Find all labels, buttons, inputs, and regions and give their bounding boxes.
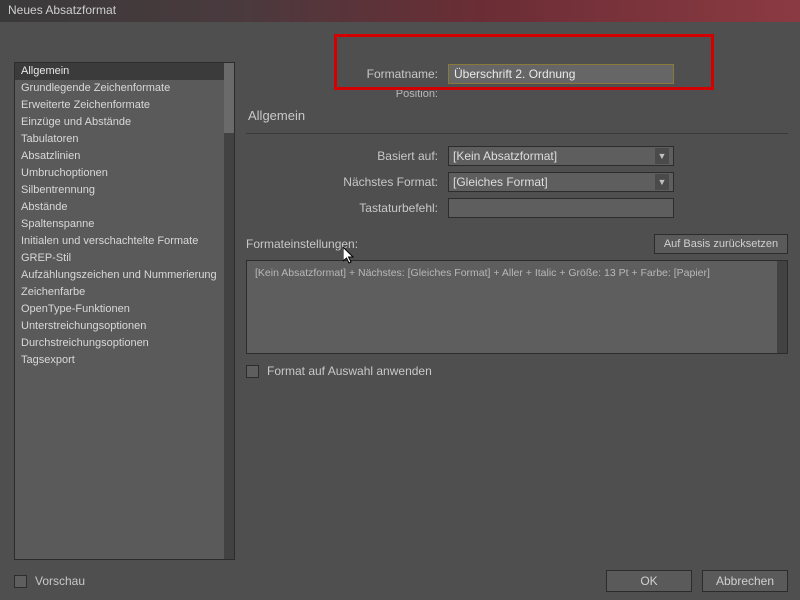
position-label: Position: — [246, 88, 448, 100]
naechstes-value: [Gleiches Format] — [453, 175, 548, 189]
sidebar-item[interactable]: Tagsexport — [15, 352, 225, 369]
main-panel: Formatname: Position: Allgemein Basiert … — [246, 62, 788, 560]
preview-checkbox[interactable] — [14, 575, 27, 588]
sidebar-item[interactable]: Aufzählungszeichen und Nummerierung — [15, 267, 225, 284]
divider — [246, 133, 788, 134]
basiert-dropdown[interactable]: [Kein Absatzformat] ▼ — [448, 146, 674, 166]
naechstes-dropdown[interactable]: [Gleiches Format] ▼ — [448, 172, 674, 192]
sidebar-item[interactable]: Grundlegende Zeichenformate — [15, 80, 225, 97]
category-sidebar: AllgemeinGrundlegende ZeichenformateErwe… — [14, 62, 235, 560]
preview-label: Vorschau — [35, 574, 85, 588]
sidebar-item[interactable]: GREP-Stil — [15, 250, 225, 267]
formatname-input[interactable] — [448, 64, 674, 84]
sidebar-item[interactable]: Umbruchoptionen — [15, 165, 225, 182]
category-list[interactable]: AllgemeinGrundlegende ZeichenformateErwe… — [15, 63, 225, 559]
sidebar-item[interactable]: Unterstreichungsoptionen — [15, 318, 225, 335]
sidebar-item[interactable]: Abstände — [15, 199, 225, 216]
dialog-body: AllgemeinGrundlegende ZeichenformateErwe… — [0, 22, 800, 600]
sidebar-item[interactable]: Absatzlinien — [15, 148, 225, 165]
settings-label: Formateinstellungen: — [246, 237, 358, 251]
cancel-button[interactable]: Abbrechen — [702, 570, 788, 592]
apply-label: Format auf Auswahl anwenden — [267, 364, 432, 378]
tastatur-input[interactable] — [448, 198, 674, 218]
window-title: Neues Absatzformat — [8, 3, 116, 17]
basiert-label: Basiert auf: — [246, 149, 448, 163]
reset-button[interactable]: Auf Basis zurücksetzen — [654, 234, 788, 254]
chevron-down-icon: ▼ — [655, 148, 669, 164]
summary-scrollbar[interactable] — [777, 261, 787, 353]
settings-summary: [Kein Absatzformat] + Nächstes: [Gleiche… — [246, 260, 788, 354]
sidebar-item[interactable]: Tabulatoren — [15, 131, 225, 148]
naechstes-label: Nächstes Format: — [246, 175, 448, 189]
ok-button[interactable]: OK — [606, 570, 692, 592]
formatname-label: Formatname: — [246, 67, 448, 81]
sidebar-item[interactable]: Erweiterte Zeichenformate — [15, 97, 225, 114]
sidebar-scroll-thumb[interactable] — [224, 63, 234, 133]
chevron-down-icon: ▼ — [655, 174, 669, 190]
sidebar-item[interactable]: Einzüge und Abstände — [15, 114, 225, 131]
sidebar-item[interactable]: Initialen und verschachtelte Formate — [15, 233, 225, 250]
sidebar-item[interactable]: Zeichenfarbe — [15, 284, 225, 301]
window-titlebar: Neues Absatzformat — [0, 0, 800, 22]
apply-checkbox[interactable] — [246, 365, 259, 378]
sidebar-item[interactable]: OpenType-Funktionen — [15, 301, 225, 318]
basiert-value: [Kein Absatzformat] — [453, 149, 557, 163]
sidebar-item[interactable]: Silbentrennung — [15, 182, 225, 199]
sidebar-item[interactable]: Allgemein — [15, 63, 225, 80]
section-heading: Allgemein — [248, 108, 788, 123]
sidebar-scrollbar[interactable] — [224, 63, 234, 559]
sidebar-item[interactable]: Durchstreichungsoptionen — [15, 335, 225, 352]
tastatur-label: Tastaturbefehl: — [246, 201, 448, 215]
sidebar-item[interactable]: Spaltenspanne — [15, 216, 225, 233]
summary-text: [Kein Absatzformat] + Nächstes: [Gleiche… — [255, 267, 710, 279]
dialog-footer: Vorschau OK Abbrechen — [14, 570, 788, 592]
